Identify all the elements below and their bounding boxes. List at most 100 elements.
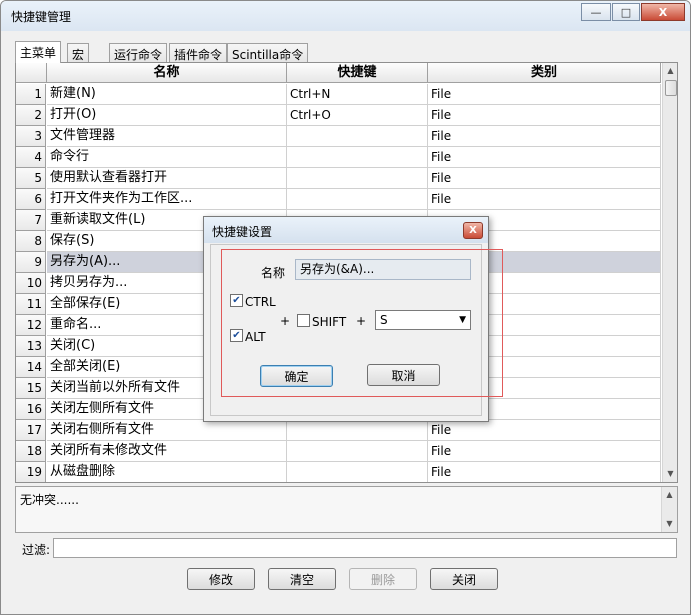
row-category: File xyxy=(428,441,661,462)
table-row[interactable]: 1 新建(N) Ctrl+N File xyxy=(16,84,661,105)
key-select[interactable]: S ▼ xyxy=(375,310,471,330)
row-shortcut: Ctrl+N xyxy=(287,84,428,105)
row-number: 9 xyxy=(16,252,46,273)
table-row[interactable]: 6 打开文件夹作为工作区... File xyxy=(16,189,661,210)
row-number: 14 xyxy=(16,357,46,378)
dialog-cancel-button[interactable]: 取消 xyxy=(367,364,440,386)
dialog-name-label: 名称 xyxy=(261,266,286,280)
table-row[interactable]: 18 关闭所有未修改文件 File xyxy=(16,441,661,462)
close-icon: X xyxy=(469,225,477,236)
title-bar[interactable]: 快捷键管理 — □ X xyxy=(1,1,690,31)
scroll-thumb[interactable] xyxy=(665,80,677,96)
ctrl-label[interactable]: CTRL xyxy=(245,295,276,309)
scroll-up-icon[interactable]: ▲ xyxy=(663,63,677,79)
maximize-button[interactable]: □ xyxy=(612,3,640,21)
row-number: 10 xyxy=(16,273,46,294)
row-number: 4 xyxy=(16,147,46,168)
status-scrollbar[interactable]: ▲ ▼ xyxy=(661,487,677,532)
row-category: File xyxy=(428,420,661,441)
dialog-ok-button[interactable]: 确定 xyxy=(260,365,333,387)
row-shortcut xyxy=(287,462,428,482)
key-select-value: S xyxy=(380,313,388,327)
plus-sign-2: + xyxy=(356,314,367,328)
row-number: 2 xyxy=(16,105,46,126)
dialog-title-bar[interactable]: 快捷键设置 X xyxy=(204,217,488,243)
row-name: 打开(O) xyxy=(47,105,287,126)
row-category: File xyxy=(428,147,661,168)
tab-macro[interactable]: 宏 xyxy=(67,43,90,62)
row-name: 新建(N) xyxy=(47,84,287,105)
conflict-status-box: 无冲突...... ▲ ▼ xyxy=(15,486,678,533)
checkmark-icon: ✔ xyxy=(232,295,241,306)
row-number: 7 xyxy=(16,210,46,231)
column-header-name[interactable]: 名称 xyxy=(47,63,287,83)
checkmark-icon: ✔ xyxy=(232,330,241,341)
row-category: File xyxy=(428,126,661,147)
scroll-down-icon[interactable]: ▼ xyxy=(663,466,677,482)
row-number: 19 xyxy=(16,462,46,482)
row-category: File xyxy=(428,84,661,105)
minimize-button[interactable]: — xyxy=(581,3,611,21)
alt-checkbox[interactable]: ✔ xyxy=(230,329,243,342)
row-shortcut xyxy=(287,189,428,210)
close-window-button[interactable]: X xyxy=(641,3,685,21)
close-icon: X xyxy=(658,5,668,19)
tab-scintilla-commands[interactable]: Scintilla命令 xyxy=(227,43,309,62)
row-number: 8 xyxy=(16,231,46,252)
status-scroll-up-icon[interactable]: ▲ xyxy=(662,487,677,503)
ctrl-checkbox[interactable]: ✔ xyxy=(230,294,243,307)
row-category: File xyxy=(428,168,661,189)
row-category: File xyxy=(428,462,661,482)
table-row[interactable]: 3 文件管理器 File xyxy=(16,126,661,147)
close-button[interactable]: 关闭 xyxy=(430,568,498,590)
row-category: File xyxy=(428,189,661,210)
dialog-close-button[interactable]: X xyxy=(463,222,483,239)
row-name: 关闭右侧所有文件 xyxy=(47,420,287,441)
tab-plugin-commands[interactable]: 插件命令 xyxy=(169,43,228,62)
alt-label[interactable]: ALT xyxy=(245,330,266,344)
row-shortcut xyxy=(287,168,428,189)
row-number: 11 xyxy=(16,294,46,315)
row-number: 15 xyxy=(16,378,46,399)
column-header-shortcut[interactable]: 快捷键 xyxy=(287,63,428,83)
window-title: 快捷键管理 xyxy=(11,10,72,24)
row-shortcut: Ctrl+O xyxy=(287,105,428,126)
shift-label[interactable]: SHIFT xyxy=(312,315,346,329)
row-name: 打开文件夹作为工作区... xyxy=(47,189,287,210)
plus-sign: + xyxy=(280,314,291,328)
grid-vertical-scrollbar[interactable]: ▲ ▼ xyxy=(662,63,677,482)
clear-button[interactable]: 清空 xyxy=(268,568,336,590)
column-header-category[interactable]: 类别 xyxy=(428,63,661,83)
table-row[interactable]: 4 命令行 File xyxy=(16,147,661,168)
shift-checkbox[interactable] xyxy=(297,314,310,327)
status-scroll-down-icon[interactable]: ▼ xyxy=(662,516,677,532)
chevron-down-icon: ▼ xyxy=(459,315,466,325)
row-number: 18 xyxy=(16,441,46,462)
row-number: 1 xyxy=(16,84,46,105)
tab-main-menu[interactable]: 主菜单 xyxy=(15,41,62,63)
modify-button[interactable]: 修改 xyxy=(187,568,255,590)
conflict-status-text: 无冲突...... xyxy=(20,493,79,507)
table-row[interactable]: 5 使用默认查看器打开 File xyxy=(16,168,661,189)
table-row[interactable]: 19 从磁盘删除 File xyxy=(16,462,661,482)
row-number: 6 xyxy=(16,189,46,210)
row-name: 从磁盘删除 xyxy=(47,462,287,482)
row-name: 使用默认查看器打开 xyxy=(47,168,287,189)
row-number: 5 xyxy=(16,168,46,189)
row-shortcut xyxy=(287,441,428,462)
filter-input[interactable] xyxy=(53,538,677,558)
table-row[interactable]: 2 打开(O) Ctrl+O File xyxy=(16,105,661,126)
minimize-icon: — xyxy=(590,5,602,19)
row-number: 13 xyxy=(16,336,46,357)
row-category: File xyxy=(428,105,661,126)
row-number: 16 xyxy=(16,399,46,420)
row-name: 关闭所有未修改文件 xyxy=(47,441,287,462)
maximize-icon: □ xyxy=(620,5,632,19)
row-shortcut xyxy=(287,126,428,147)
row-shortcut xyxy=(287,420,428,441)
table-row[interactable]: 17 关闭右侧所有文件 File xyxy=(16,420,661,441)
tab-run-commands[interactable]: 运行命令 xyxy=(109,43,168,62)
delete-button[interactable]: 删除 xyxy=(349,568,417,590)
dialog-title: 快捷键设置 xyxy=(212,225,273,239)
row-number: 17 xyxy=(16,420,46,441)
